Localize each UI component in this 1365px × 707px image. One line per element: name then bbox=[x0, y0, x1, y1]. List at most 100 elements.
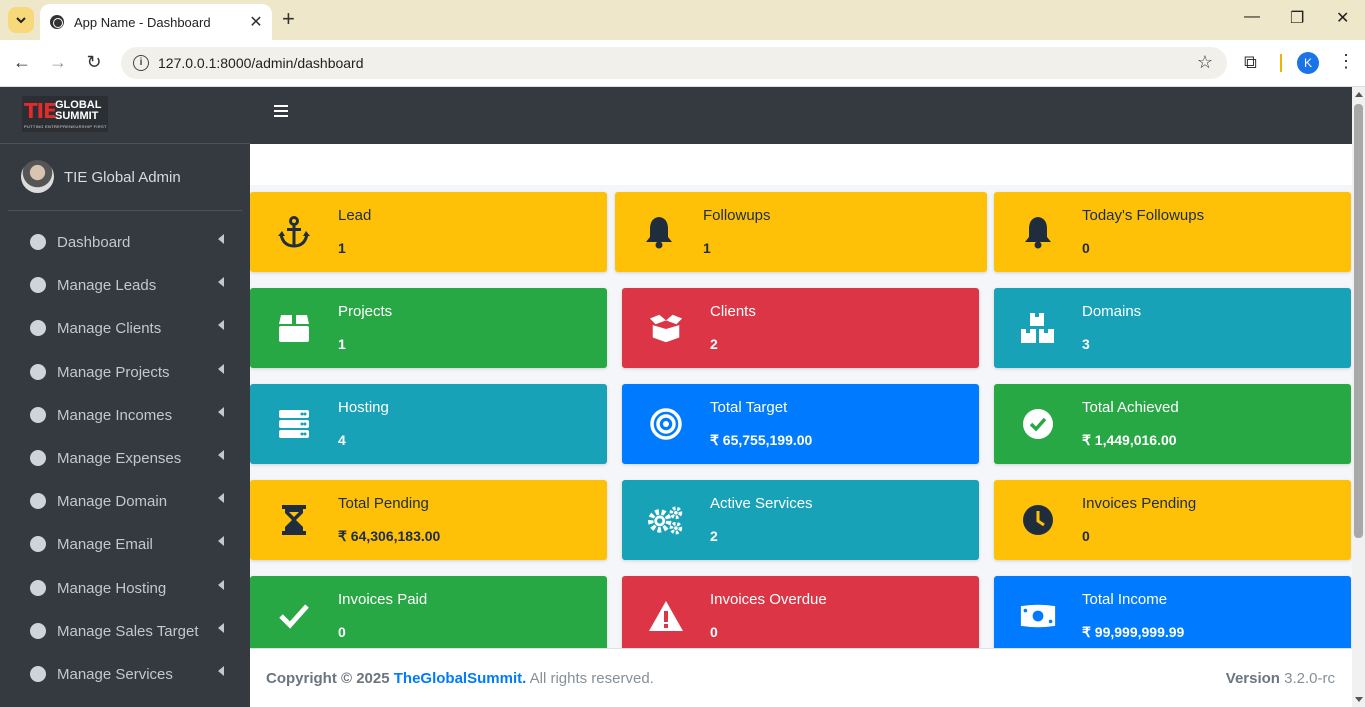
circle-icon bbox=[30, 622, 46, 639]
sidebar-toggle-icon[interactable] bbox=[274, 105, 288, 119]
sidebar-item-label: Manage Incomes bbox=[57, 406, 173, 424]
site-info-icon[interactable]: i bbox=[133, 55, 149, 71]
scroll-down-arrow-icon[interactable] bbox=[1355, 697, 1363, 702]
reload-button[interactable]: ↻ bbox=[82, 52, 106, 73]
page-scrollbar[interactable] bbox=[1352, 87, 1365, 707]
info-box-value: 2 bbox=[710, 336, 718, 352]
sidebar-item-leads[interactable]: Manage Leads bbox=[0, 266, 250, 309]
info-box-value: ₹ 65,755,199.00 bbox=[710, 432, 813, 448]
caret-left-icon bbox=[218, 536, 224, 547]
caret-left-icon bbox=[218, 320, 224, 331]
info-box-title: Total Pending bbox=[338, 495, 429, 512]
info-box-invoices-paid[interactable]: Invoices Paid 0 bbox=[250, 576, 607, 648]
clock-icon bbox=[1020, 502, 1056, 538]
info-box-value: 1 bbox=[338, 336, 346, 352]
top-navbar bbox=[250, 87, 1352, 144]
info-box-total-pending[interactable]: Total Pending ₹ 64,306,183.00 bbox=[250, 480, 607, 560]
new-tab-button[interactable]: + bbox=[282, 8, 295, 30]
address-bar[interactable]: i 127.0.0.1:8000/admin/dashboard ☆ bbox=[121, 47, 1227, 79]
browser-tab[interactable]: App Name - Dashboard ✕ bbox=[40, 4, 272, 40]
info-box-total-target[interactable]: Total Target ₹ 65,755,199.00 bbox=[622, 384, 979, 464]
info-box-followups[interactable]: Followups 1 bbox=[615, 192, 987, 272]
company-link[interactable]: TheGlobalSummit. bbox=[394, 670, 527, 687]
info-box-lead[interactable]: Lead 1 bbox=[250, 192, 607, 272]
info-box-invoices-pending[interactable]: Invoices Pending 0 bbox=[994, 480, 1351, 560]
info-box-hosting[interactable]: Hosting 4 bbox=[250, 384, 607, 464]
browser-menu-icon[interactable]: ⋮ bbox=[1337, 51, 1355, 72]
info-box-value: 0 bbox=[710, 624, 718, 640]
circle-icon bbox=[30, 406, 46, 423]
caret-left-icon bbox=[218, 406, 224, 417]
logo-text: GLOBAL SUMMIT bbox=[55, 99, 102, 122]
main-content: Lead 1 Followups 1 Today's Followups 0 P… bbox=[250, 144, 1352, 648]
brand-logo: TIE GLOBAL SUMMIT PUTTING ENTREPRENEURSHI… bbox=[22, 96, 108, 132]
user-name[interactable]: TIE Global Admin bbox=[64, 169, 181, 186]
sidebar-item-label: Manage Projects bbox=[57, 363, 170, 381]
info-box-value: 0 bbox=[1082, 528, 1090, 544]
info-box-clients[interactable]: Clients 2 bbox=[622, 288, 979, 368]
info-box-title: Followups bbox=[703, 207, 771, 224]
info-box-value: ₹ 64,306,183.00 bbox=[338, 528, 441, 544]
scroll-up-arrow-icon[interactable] bbox=[1355, 92, 1363, 97]
close-tab-button[interactable]: ✕ bbox=[246, 12, 266, 32]
sidebar-item-label: Manage Expenses bbox=[57, 449, 182, 467]
info-box-total-income[interactable]: Total Income ₹ 99,999,999.99 bbox=[994, 576, 1351, 648]
info-box-title: Total Income bbox=[1082, 591, 1168, 608]
cogs-icon bbox=[648, 502, 684, 538]
sidebar-item-projects[interactable]: Manage Projects bbox=[0, 353, 250, 396]
info-box-invoices-overdue[interactable]: Invoices Overdue 0 bbox=[622, 576, 979, 648]
globe-icon bbox=[50, 15, 64, 29]
check-circle-icon bbox=[1020, 406, 1056, 442]
tab-title: App Name - Dashboard bbox=[74, 14, 211, 30]
info-box-todays-followups[interactable]: Today's Followups 0 bbox=[994, 192, 1351, 272]
circle-icon bbox=[30, 234, 46, 250]
sidebar-item-hosting[interactable]: Manage Hosting bbox=[0, 569, 250, 612]
info-box-total-achieved[interactable]: Total Achieved ₹ 1,449,016.00 bbox=[994, 384, 1351, 464]
logo-mark: TIE bbox=[24, 99, 57, 123]
info-box-value: ₹ 1,449,016.00 bbox=[1082, 432, 1177, 448]
sidebar-item-label: Manage Email bbox=[57, 536, 153, 554]
scrollbar-thumb[interactable] bbox=[1354, 104, 1363, 538]
footer-version: Version 3.2.0-rc bbox=[1225, 670, 1335, 687]
bullseye-icon bbox=[648, 406, 684, 442]
info-box-title: Domains bbox=[1082, 303, 1142, 320]
minimize-button[interactable]: — bbox=[1244, 8, 1260, 26]
info-box-projects[interactable]: Projects 1 bbox=[250, 288, 607, 368]
sidebar-menu: Dashboard Manage Leads Manage Clients Ma… bbox=[0, 223, 250, 698]
sidebar-item-label: Dashboard bbox=[57, 234, 131, 251]
caret-left-icon bbox=[218, 579, 224, 590]
sidebar-item-label: Manage Clients bbox=[57, 320, 162, 338]
back-button[interactable]: ← bbox=[10, 52, 34, 73]
content-header bbox=[250, 144, 1352, 185]
forward-button[interactable]: → bbox=[46, 52, 70, 73]
sidebar-item-domain[interactable]: Manage Domain bbox=[0, 482, 250, 525]
extensions-icon[interactable]: ⧉ bbox=[1244, 52, 1257, 73]
info-box-value: 0 bbox=[1082, 240, 1090, 256]
browser-tab-bar: App Name - Dashboard ✕ + — ❐ ✕ bbox=[0, 0, 1365, 40]
info-box-active-services[interactable]: Active Services 2 bbox=[622, 480, 979, 560]
sidebar-item-dashboard[interactable]: Dashboard bbox=[0, 223, 250, 266]
info-box-value: 1 bbox=[338, 240, 346, 256]
brand-link[interactable]: TIE GLOBAL SUMMIT PUTTING ENTREPRENEURSHI… bbox=[0, 87, 250, 144]
bookmark-star-icon[interactable]: ☆ bbox=[1197, 52, 1213, 73]
money-bill-icon bbox=[1020, 598, 1056, 634]
circle-icon bbox=[30, 665, 46, 682]
boxes-icon bbox=[1020, 310, 1056, 346]
info-box-value: 0 bbox=[338, 624, 346, 640]
sidebar-item-services[interactable]: Manage Services bbox=[0, 655, 250, 698]
info-box-domains[interactable]: Domains 3 bbox=[994, 288, 1351, 368]
profile-avatar[interactable]: K bbox=[1297, 52, 1319, 74]
sidebar-item-email[interactable]: Manage Email bbox=[0, 525, 250, 568]
check-icon bbox=[276, 598, 312, 634]
tab-search-button[interactable] bbox=[8, 7, 34, 33]
sidebar-item-clients[interactable]: Manage Clients bbox=[0, 309, 250, 352]
info-box-title: Total Target bbox=[710, 399, 788, 416]
restore-button[interactable]: ❐ bbox=[1290, 8, 1304, 28]
sidebar-item-sales-target[interactable]: Manage Sales Target bbox=[0, 612, 250, 655]
close-window-button[interactable]: ✕ bbox=[1336, 8, 1349, 28]
sidebar-item-incomes[interactable]: Manage Incomes bbox=[0, 396, 250, 439]
avatar bbox=[21, 160, 54, 193]
info-box-title: Total Achieved bbox=[1082, 399, 1179, 416]
info-box-title: Active Services bbox=[710, 495, 813, 512]
sidebar-item-expenses[interactable]: Manage Expenses bbox=[0, 439, 250, 482]
